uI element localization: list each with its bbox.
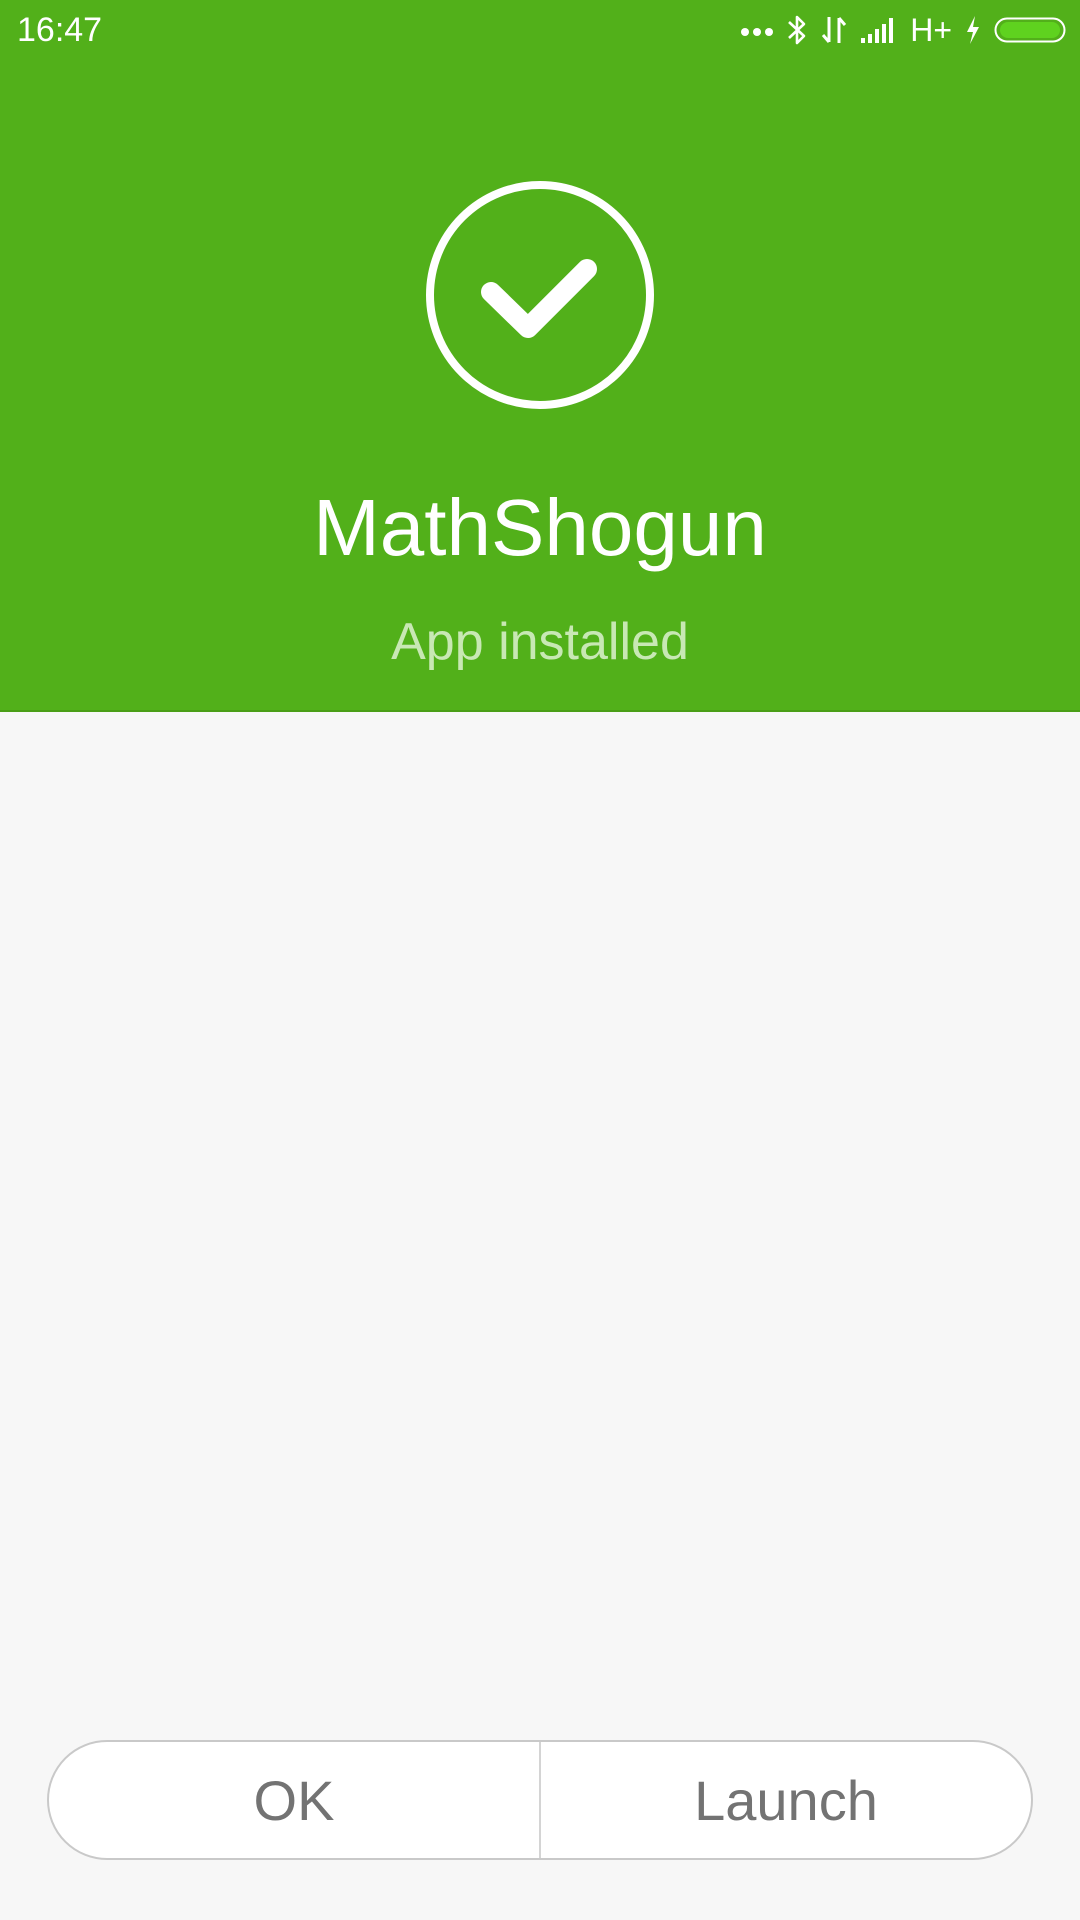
data-transfer-icon	[820, 14, 848, 46]
ok-button[interactable]: OK	[49, 1742, 539, 1858]
more-dots-icon	[740, 23, 774, 37]
app-name: MathShogun	[313, 483, 767, 572]
status-time: 16:47	[17, 11, 103, 49]
signal-icon	[860, 16, 898, 44]
status-icons: H+	[740, 10, 1066, 50]
status-bar: 16:47 H+	[0, 0, 1080, 60]
check-circle-icon	[425, 180, 655, 410]
network-type: H+	[910, 12, 952, 48]
install-status: App installed	[391, 613, 689, 671]
charging-icon	[964, 15, 982, 45]
install-header: 16:47 H+ MathShogun App installed	[0, 0, 1080, 712]
action-buttons: OK Launch	[47, 1740, 1033, 1860]
bluetooth-icon	[786, 13, 808, 47]
battery-icon	[994, 16, 1066, 44]
launch-button[interactable]: Launch	[541, 1742, 1031, 1858]
